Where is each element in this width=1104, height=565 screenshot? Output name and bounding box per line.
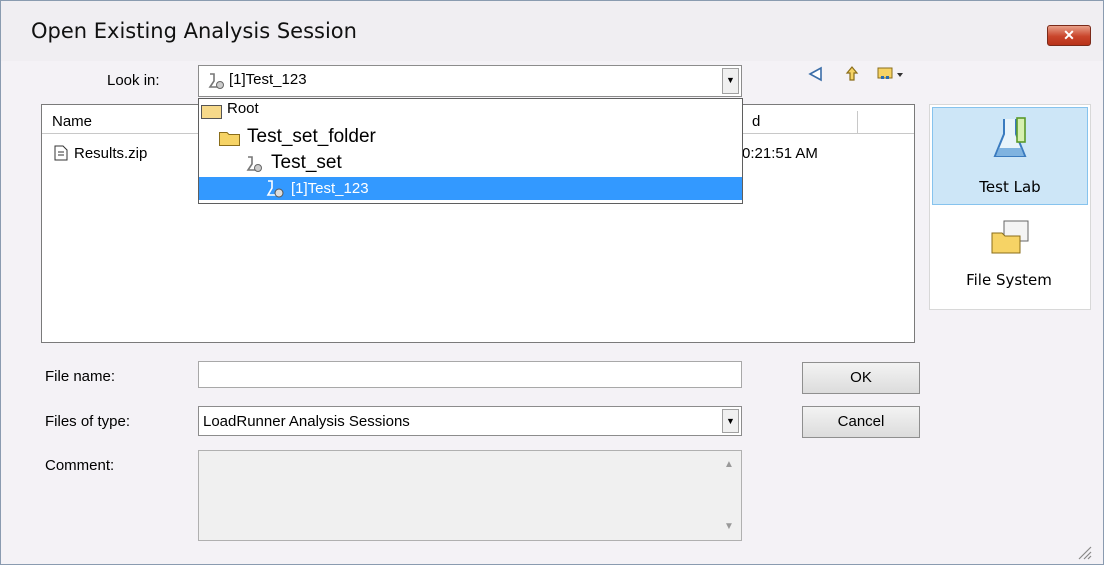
places-bar: Test Lab File System — [929, 104, 1091, 310]
folder-icon — [219, 129, 241, 152]
folder-icon — [201, 103, 223, 126]
look-in-combo[interactable]: [1]Test_123 ▼ — [198, 65, 742, 97]
dropdown-item-test-123[interactable]: [1]Test_123 — [199, 177, 742, 200]
sidebar-item-label: Test Lab — [979, 178, 1041, 196]
look-in-label: Look in: — [107, 72, 160, 89]
view-menu-icon[interactable] — [877, 65, 905, 88]
scroll-up-arrow-icon[interactable]: ▲ — [722, 459, 736, 473]
look-in-value: [1]Test_123 — [229, 71, 307, 88]
flask-icon — [991, 116, 1029, 166]
comment-textarea[interactable]: ▲ ▼ — [198, 450, 742, 541]
comment-label: Comment: — [45, 457, 115, 474]
column-header-name[interactable]: Name — [42, 111, 199, 133]
dropdown-item-root[interactable]: Root — [199, 99, 742, 122]
files-of-type-label: Files of type: — [45, 413, 131, 430]
file-system-icon — [990, 219, 1030, 259]
open-session-dialog: Open Existing Analysis Session ✕ Look in… — [0, 0, 1104, 565]
test-set-icon — [245, 155, 263, 179]
file-modified-cell: 0:21:51 AM — [742, 145, 818, 162]
sidebar-item-label: File System — [966, 271, 1052, 289]
sidebar-item-file-system[interactable]: File System — [932, 213, 1088, 305]
up-folder-icon[interactable] — [843, 65, 861, 88]
column-header-modified[interactable]: d — [742, 111, 858, 133]
dropdown-item-label: [1]Test_123 — [291, 180, 369, 197]
file-name-input[interactable] — [198, 361, 742, 388]
back-icon[interactable] — [807, 65, 827, 88]
test-icon — [207, 72, 225, 94]
close-button[interactable]: ✕ — [1047, 25, 1091, 46]
test-icon — [265, 179, 285, 206]
document-icon — [54, 145, 68, 165]
scroll-down-arrow-icon[interactable]: ▼ — [722, 521, 736, 535]
dropdown-item-test-set-folder[interactable]: Test_set_folder — [199, 125, 742, 148]
files-of-type-value: LoadRunner Analysis Sessions — [203, 413, 410, 430]
chevron-down-icon[interactable]: ▼ — [722, 68, 739, 94]
resize-grip-icon[interactable] — [1073, 541, 1093, 561]
ok-button[interactable]: OK — [802, 362, 920, 394]
look-in-dropdown-list: Root Test_set_folder Test_set [1]Test_12… — [198, 98, 743, 204]
file-name-cell: Results.zip — [74, 145, 148, 162]
column-header-extra[interactable] — [858, 111, 914, 133]
cancel-button[interactable]: Cancel — [802, 406, 920, 438]
dropdown-item-label: Test_set — [271, 152, 342, 173]
sidebar-item-test-lab[interactable]: Test Lab — [932, 107, 1088, 205]
dialog-title: Open Existing Analysis Session — [31, 19, 357, 43]
files-of-type-select[interactable]: LoadRunner Analysis Sessions ▼ — [198, 406, 742, 436]
title-bar: Open Existing Analysis Session ✕ — [1, 1, 1103, 61]
chevron-down-icon[interactable]: ▼ — [722, 409, 739, 433]
dropdown-item-test-set[interactable]: Test_set — [199, 151, 742, 174]
file-name-label: File name: — [45, 368, 116, 385]
dropdown-item-label: Test_set_folder — [247, 126, 376, 147]
dropdown-item-label: Root — [227, 100, 259, 117]
